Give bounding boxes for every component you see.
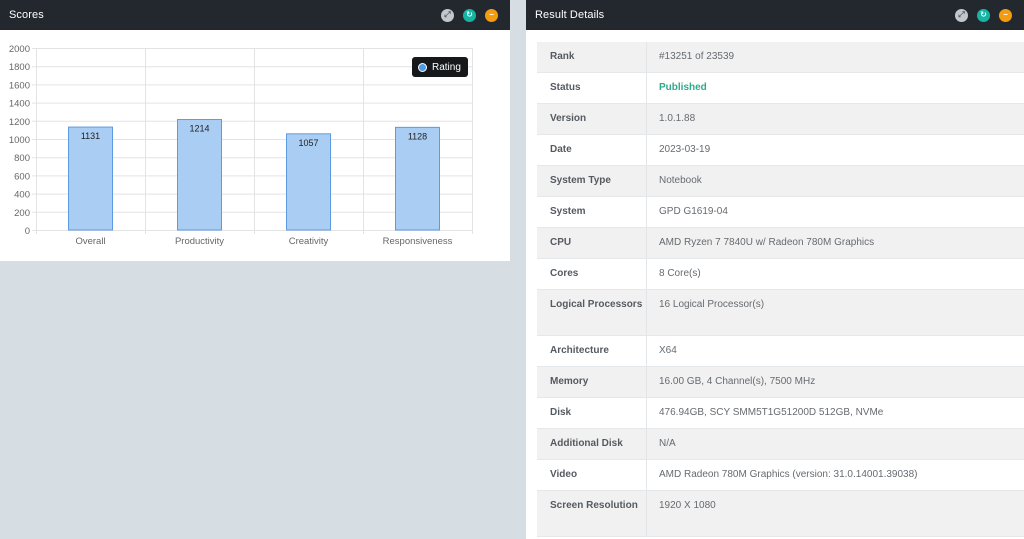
detail-value: GPD G1619-04 [659,206,728,217]
y-tick-label: 1000 [9,135,30,146]
x-tick-label: Productivity [175,236,224,247]
detail-label: Rank [537,42,647,72]
y-tick-label: 800 [14,153,30,164]
detail-value: AMD Ryzen 7 7840U w/ Radeon 780M Graphic… [659,237,875,248]
refresh-icon[interactable]: ↻ [977,8,990,22]
bar-value-label: 1214 [189,124,209,134]
detail-value: 1920 X 1080 [659,500,716,511]
x-tick-label: Responsiveness [383,236,453,247]
detail-label: Cores [537,259,647,289]
y-tick-label: 1600 [9,80,30,91]
detail-value: #13251 of 23539 [659,51,735,62]
detail-value: Published [659,82,707,93]
detail-value: 16 Logical Processor(s) [659,299,765,310]
detail-row-architecture: Architecture X64 [537,336,1024,367]
bar-responsiveness [395,126,440,231]
legend-dot-icon [418,62,427,72]
detail-row-system-type: System Type Notebook [537,166,1024,197]
detail-row-video: Video AMD Radeon 780M Graphics (version: … [537,460,1024,491]
detail-row-cores: Cores 8 Core(s) [537,259,1024,290]
detail-value: X64 [659,345,677,356]
detail-label: Video [537,460,647,490]
detail-row-memory: Memory 16.00 GB, 4 Channel(s), 7500 MHz [537,367,1024,398]
detail-value: 1.0.1.88 [659,113,696,124]
detail-row-rank: Rank #13251 of 23539 [537,42,1024,73]
detail-label: Version [537,104,647,134]
result-details-title: Result Details [535,9,605,21]
detail-row-logical-processors: Logical Processors 16 Logical Processor(s… [537,290,1024,336]
chart-legend[interactable]: Rating [412,57,468,77]
detail-row-status: Status Published [537,73,1024,104]
result-details-header: Result Details ⤢ ↻ − [526,0,1024,30]
detail-value: 2023-03-19 [659,144,711,155]
bar-value-label: 1131 [81,131,100,141]
result-details-panel: Result Details ⤢ ↻ − Rank #13251 of 23539… [526,0,1024,539]
detail-value: AMD Radeon 780M Graphics (version: 31.0.… [659,469,918,480]
y-tick-label: 600 [14,171,30,182]
detail-row-additional-disk: Additional Disk N/A [537,429,1024,460]
y-tick-label: 400 [14,190,30,201]
detail-value: 476.94GB, SCY SMM5T1G51200D 512GB, NVMe [659,407,884,418]
detail-label: CPU [537,228,647,258]
detail-label: Disk [537,398,647,428]
detail-row-disk: Disk 476.94GB, SCY SMM5T1G51200D 512GB, N… [537,398,1024,429]
bar-overall [68,126,113,231]
scores-panel: Scores ⤢ ↻ − 0 200 400 600 800 1000 1200 1400 16… [0,0,510,261]
y-tick-label: 1200 [9,117,30,128]
detail-value: N/A [659,438,676,449]
detail-row-date: Date 2023-03-19 [537,135,1024,166]
scores-header: Scores ⤢ ↻ − [0,0,510,30]
detail-row-cpu: CPU AMD Ryzen 7 7840U w/ Radeon 780M Grap… [537,228,1024,259]
detail-value: 16.00 GB, 4 Channel(s), 7500 MHz [659,376,816,387]
y-tick-label: 2000 [9,44,30,55]
x-tick-label: Overall [75,236,105,247]
scores-chart: 0 200 400 600 800 1000 1200 1400 1600 1800 2000 113… [0,30,510,261]
detail-label: Architecture [537,336,647,366]
detail-label: Memory [537,367,647,397]
expand-icon[interactable]: ⤢ [955,8,968,22]
y-tick-label: 200 [14,208,30,219]
detail-row-system: System GPD G1619-04 [537,197,1024,228]
details-table: Rank #13251 of 23539 Status Published Versio… [537,42,1024,537]
detail-value: Notebook [659,175,702,186]
result-header-icons: ⤢ ↻ − [955,8,1012,22]
detail-label: Logical Processors [537,290,647,335]
detail-label: System Type [537,166,647,196]
minimize-icon[interactable]: − [999,8,1012,22]
scores-title: Scores [9,9,44,21]
bar-value-label: 1057 [298,138,318,148]
y-tick-label: 0 [25,226,30,237]
detail-row-screen-resolution: Screen Resolution 1920 X 1080 [537,491,1024,537]
bar-creativity [286,133,331,231]
detail-label: System [537,197,647,227]
bar-value-label: 1128 [408,131,427,141]
detail-value: 8 Core(s) [659,268,701,279]
minimize-icon[interactable]: − [485,8,498,22]
detail-label: Additional Disk [537,429,647,459]
refresh-icon[interactable]: ↻ [463,8,476,22]
detail-label: Date [537,135,647,165]
bar-productivity [177,119,222,231]
expand-icon[interactable]: ⤢ [441,8,454,22]
detail-label: Screen Resolution [537,491,647,536]
detail-label: Status [537,73,647,103]
y-tick-label: 1800 [9,62,30,73]
scores-header-icons: ⤢ ↻ − [441,8,498,22]
y-tick-label: 1400 [9,99,30,110]
detail-row-version: Version 1.0.1.88 [537,104,1024,135]
x-tick-label: Creativity [289,236,329,247]
legend-label: Rating [432,61,461,73]
